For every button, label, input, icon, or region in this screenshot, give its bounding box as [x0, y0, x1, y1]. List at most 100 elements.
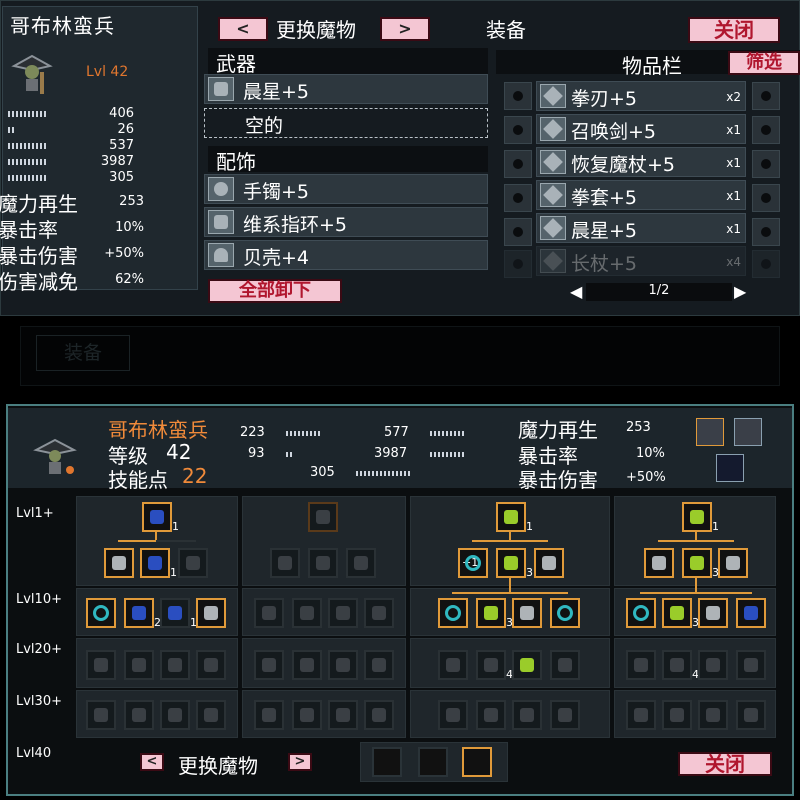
skill-node-locked[interactable]	[550, 650, 580, 680]
defense-buff-icon[interactable]	[734, 418, 762, 446]
skill-node-locked[interactable]	[86, 650, 116, 680]
skill-node-locked[interactable]: 4	[662, 650, 699, 681]
skill-node-locked[interactable]	[160, 650, 190, 680]
weapon-slot[interactable]: 晨星+5	[204, 74, 488, 104]
skill-node[interactable]	[534, 548, 564, 578]
skill-node[interactable]: 1	[142, 502, 179, 533]
inventory-item[interactable]: 恢复魔杖+5 x1	[536, 147, 746, 177]
skill-node[interactable]: 3	[682, 548, 719, 579]
skill-node-locked[interactable]	[292, 700, 322, 730]
skill-node-locked[interactable]	[270, 548, 300, 578]
swap-monster-next-button[interactable]: >	[380, 17, 430, 41]
skill-node[interactable]	[512, 598, 542, 628]
skill-node-locked[interactable]	[254, 598, 284, 628]
page-prev-arrow-icon[interactable]: ◀	[570, 282, 582, 301]
skill-node[interactable]: +1	[458, 548, 488, 578]
filter-button[interactable]: 筛选	[728, 51, 800, 75]
skill-node-locked[interactable]	[86, 700, 116, 730]
swap-monster-prev-button[interactable]: <	[140, 753, 164, 771]
skill-node[interactable]	[550, 598, 580, 628]
unequip-all-button[interactable]: 全部卸下	[208, 279, 342, 303]
skill-node-locked[interactable]	[346, 548, 376, 578]
skill-node-locked[interactable]	[254, 650, 284, 680]
inventory-item[interactable]: 召唤剑+5 x1	[536, 114, 746, 144]
skill-node[interactable]: 3	[662, 598, 699, 629]
skill-node-locked[interactable]	[328, 650, 358, 680]
skill-node-locked[interactable]	[698, 700, 728, 730]
skill-preset-slot[interactable]	[418, 747, 448, 777]
skill-node-locked[interactable]	[308, 502, 338, 532]
skill-node[interactable]: 2	[124, 598, 161, 629]
inventory-item-icon[interactable]	[504, 250, 532, 278]
skill-node-locked[interactable]	[550, 700, 580, 730]
skill-node-locked[interactable]	[364, 650, 394, 680]
accessory-slot[interactable]: 贝壳+4	[204, 240, 488, 270]
skill-node-locked[interactable]	[308, 548, 338, 578]
inventory-item[interactable]: 晨星+5 x1	[536, 213, 746, 243]
swap-monster-prev-button[interactable]: <	[218, 17, 268, 41]
inventory-item-icon[interactable]	[752, 250, 780, 278]
accessory-slot[interactable]: 手镯+5	[204, 174, 488, 204]
swap-monster-next-button[interactable]: >	[288, 753, 312, 771]
inventory-item-icon[interactable]	[752, 82, 780, 110]
skill-node[interactable]	[104, 548, 134, 578]
weapon-slot-empty[interactable]: 空的	[204, 108, 488, 138]
inventory-item-icon[interactable]	[504, 116, 532, 144]
inventory-item[interactable]: 长杖+5 x4	[536, 246, 746, 276]
accessory-slot[interactable]: 维系指环+5	[204, 207, 488, 237]
skill-node[interactable]	[86, 598, 116, 628]
skill-node-locked[interactable]	[438, 650, 468, 680]
inventory-item-icon[interactable]	[752, 184, 780, 212]
close-button[interactable]: 关闭	[688, 17, 780, 43]
skill-node-locked[interactable]	[196, 700, 226, 730]
inventory-item-icon[interactable]	[752, 116, 780, 144]
inventory-item[interactable]: 拳刃+5 x2	[536, 81, 746, 111]
skill-node-locked[interactable]	[512, 650, 542, 680]
skill-node-locked[interactable]	[626, 650, 656, 680]
skill-node-locked[interactable]	[736, 700, 766, 730]
skill-node-locked[interactable]	[178, 548, 208, 578]
inventory-item[interactable]: 拳套+5 x1	[536, 180, 746, 210]
skill-node-locked[interactable]	[736, 650, 766, 680]
close-button[interactable]: 关闭	[678, 752, 772, 776]
skill-node[interactable]: 1	[496, 502, 533, 533]
skill-node[interactable]	[196, 598, 226, 628]
skill-node-locked[interactable]	[476, 700, 506, 730]
inventory-item-icon[interactable]	[504, 184, 532, 212]
skill-node-locked[interactable]	[698, 650, 728, 680]
skill-node-locked[interactable]	[364, 598, 394, 628]
skill-node[interactable]	[698, 598, 728, 628]
inventory-item-icon[interactable]	[504, 82, 532, 110]
skill-node[interactable]	[626, 598, 656, 628]
skill-node-locked[interactable]	[438, 700, 468, 730]
skill-node[interactable]: 3	[476, 598, 513, 629]
skill-node[interactable]	[736, 598, 766, 628]
skill-preset-slot[interactable]	[372, 747, 402, 777]
skill-node[interactable]	[438, 598, 468, 628]
inventory-item-icon[interactable]	[504, 218, 532, 246]
skill-node[interactable]: 1	[682, 502, 719, 533]
inventory-item-icon[interactable]	[752, 218, 780, 246]
skill-node[interactable]	[718, 548, 748, 578]
moon-icon[interactable]	[716, 454, 744, 482]
skill-node-locked[interactable]	[124, 650, 154, 680]
skill-preset-slot-active[interactable]	[462, 747, 492, 777]
skill-node-locked[interactable]	[254, 700, 284, 730]
skill-node-locked[interactable]	[292, 598, 322, 628]
skill-node[interactable]	[644, 548, 674, 578]
skill-node-locked[interactable]: 1	[160, 598, 197, 629]
skill-node-locked[interactable]	[124, 700, 154, 730]
skill-node-locked[interactable]	[196, 650, 226, 680]
skill-node-locked[interactable]	[364, 700, 394, 730]
attack-buff-icon[interactable]	[696, 418, 724, 446]
page-next-arrow-icon[interactable]: ▶	[734, 282, 746, 301]
inventory-item-icon[interactable]	[752, 150, 780, 178]
skill-node-locked[interactable]: 4	[476, 650, 513, 681]
skill-node-locked[interactable]	[328, 700, 358, 730]
skill-node-locked[interactable]	[662, 700, 692, 730]
skill-node[interactable]: 3	[496, 548, 533, 579]
skill-node-locked[interactable]	[292, 650, 322, 680]
skill-node-locked[interactable]	[160, 700, 190, 730]
skill-node-locked[interactable]	[328, 598, 358, 628]
skill-node-locked[interactable]	[626, 700, 656, 730]
